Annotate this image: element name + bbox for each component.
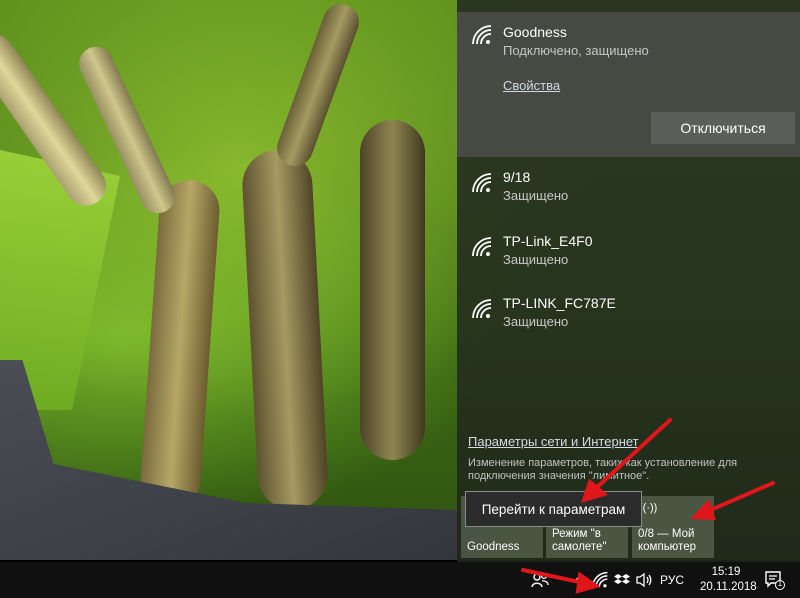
network-name: TP-LINK_FC787E [503, 295, 616, 311]
disconnect-button[interactable]: Отключиться [651, 112, 795, 144]
settings-desc-line: Изменение параметров, таких как установл… [468, 457, 738, 469]
people-icon[interactable] [530, 570, 550, 590]
wifi-icon [471, 24, 493, 46]
network-settings-description: Изменение параметров, таких как установл… [468, 457, 788, 483]
network-settings-link[interactable]: Параметры сети и Интернет [468, 434, 639, 449]
network-status: Защищено [503, 252, 569, 267]
properties-link[interactable]: Свойства [503, 78, 560, 93]
input-language[interactable]: РУС [660, 573, 684, 587]
dropbox-icon[interactable] [612, 570, 632, 590]
connected-network-name: Goodness [503, 24, 567, 40]
wifi-icon [471, 172, 493, 194]
network-name: 9/18 [503, 169, 531, 185]
taskbar: РУС 15:19 20.11.2018 1 [0, 562, 800, 598]
taskbar-clock[interactable]: 15:19 20.11.2018 [700, 565, 757, 595]
connected-network-status: Подключено, защищено [503, 43, 649, 58]
tile-mobile-hotspot[interactable]: ((·)) 0/8 — Мой компьютер [632, 496, 714, 558]
network-status: Защищено [503, 314, 569, 329]
wifi-icon [471, 298, 493, 320]
network-item[interactable]: TP-Link_E4F0 Защищено [457, 230, 800, 286]
network-item[interactable]: TP-LINK_FC787E Защищено [457, 292, 800, 348]
tile-label: Goodness [467, 541, 520, 553]
connected-network-panel[interactable]: Goodness Подключено, защищено Свойства О… [457, 12, 800, 157]
network-item[interactable]: 9/18 Защищено [457, 166, 800, 222]
chevron-up-icon[interactable] [568, 570, 588, 590]
notification-count: 1 [777, 579, 783, 588]
notification-icon[interactable]: 1 [764, 570, 786, 590]
volume-icon[interactable] [634, 570, 654, 590]
go-to-settings-tooltip: Перейти к параметрам [465, 491, 642, 527]
wallpaper-tree-trunk [360, 120, 425, 460]
wifi-icon [471, 236, 493, 258]
wallpaper-tree-branch [272, 0, 364, 172]
wallpaper-tree-trunk [240, 148, 330, 512]
wallpaper-tree-trunk [138, 178, 222, 512]
tile-label: Режим "в самолете" [552, 528, 607, 553]
settings-desc-line: подключения значения "лимитное". [468, 470, 650, 482]
wifi-icon[interactable] [590, 570, 610, 590]
network-flyout: Goodness Подключено, защищено Свойства О… [457, 0, 800, 562]
network-name: TP-Link_E4F0 [503, 233, 593, 249]
clock-time: 15:19 [711, 566, 741, 578]
clock-date: 20.11.2018 [700, 581, 757, 593]
tile-label: 0/8 — Мой компьютер [638, 528, 696, 553]
network-status: Защищено [503, 188, 569, 203]
